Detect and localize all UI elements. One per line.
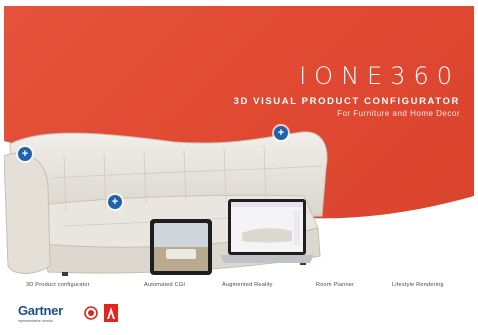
feature-item: Automated CGI	[144, 282, 186, 288]
brand-block: IONE360 3D VISUAL PRODUCT CONFIGURATOR F…	[234, 62, 460, 118]
reddot-award-icon	[84, 306, 98, 320]
feature-item: Augmented Reality	[222, 282, 273, 288]
gartner-caption: representative vendor	[18, 319, 53, 323]
award-logos: Gartner representative vendor	[18, 303, 158, 331]
feature-item: Lifestyle Rendering	[392, 282, 444, 288]
feature-list: 3D Product configurator Automated CGI Au…	[0, 282, 478, 296]
gartner-logo: Gartner	[18, 303, 63, 318]
brand-subtitle: 3D VISUAL PRODUCT CONFIGURATOR	[233, 96, 460, 107]
devices-image	[150, 199, 314, 275]
brand-title: IONE360	[299, 62, 460, 90]
feature-item: 3D Product configurator	[26, 282, 90, 288]
adobe-award-icon	[104, 304, 118, 322]
hotspot-left-plus-icon[interactable]: +	[18, 147, 32, 161]
hero-banner: IONE360 3D VISUAL PRODUCT CONFIGURATOR F…	[4, 6, 474, 276]
hotspot-seat-plus-icon[interactable]: +	[108, 195, 122, 209]
hotspot-right-plus-icon[interactable]: +	[274, 126, 288, 140]
feature-item: Room Planner	[316, 282, 355, 288]
